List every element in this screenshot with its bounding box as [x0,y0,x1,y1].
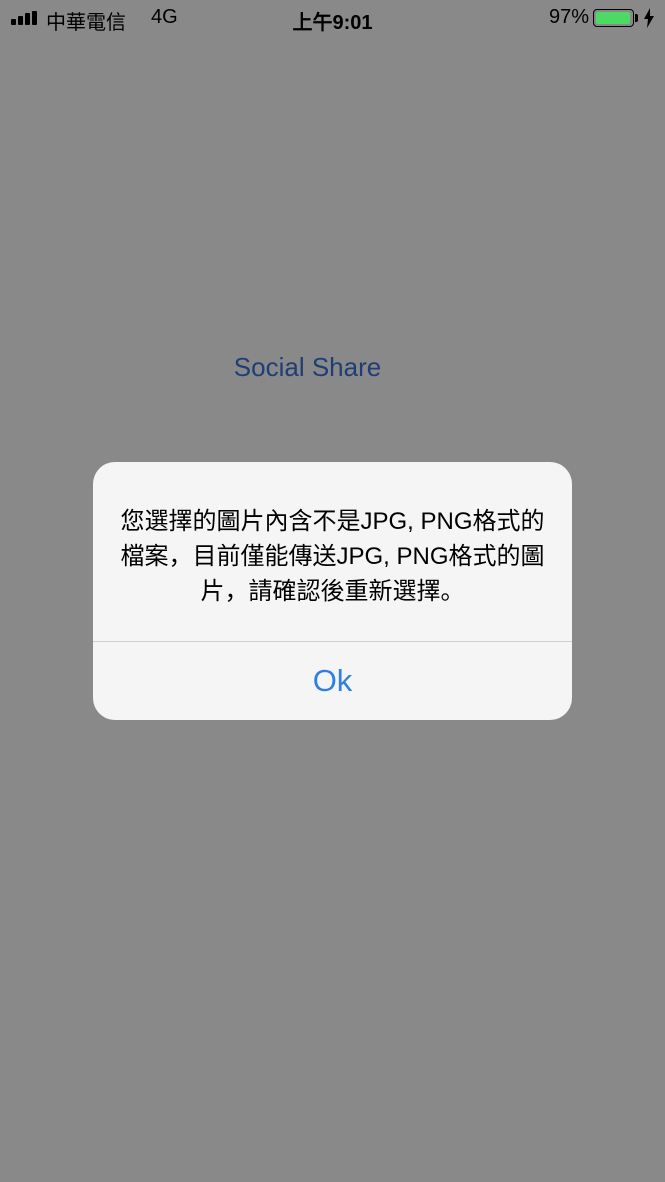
battery-icon [593,9,634,27]
alert-message: 您選擇的圖片內含不是JPG, PNG格式的檔案，目前僅能傳送JPG, PNG格式… [120,508,545,605]
ok-button[interactable]: Ok [93,642,572,720]
battery-level-fill [596,12,630,24]
battery-percentage: 97% [548,6,589,28]
social-share-button[interactable]: Social Share [0,352,615,383]
status-bar: 中華電信 4G 上午9:01 97% [0,0,665,40]
charging-bolt-icon [644,8,654,28]
battery-cap [635,14,638,22]
alert-dialog: 您選擇的圖片內含不是JPG, PNG格式的檔案，目前僅能傳送JPG, PNG格式… [93,462,572,720]
